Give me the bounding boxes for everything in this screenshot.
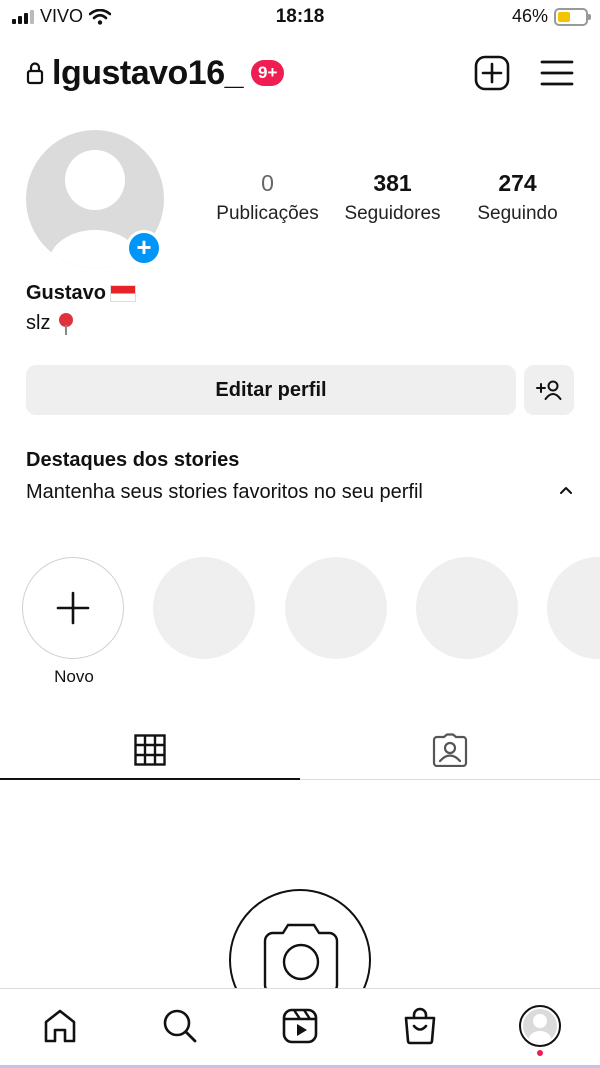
nav-shop[interactable] [390, 996, 450, 1056]
profile-actions: Editar perfil [26, 365, 574, 415]
stat-posts-label: Publicações [216, 203, 319, 224]
stat-followers[interactable]: 381 Seguidores [330, 170, 455, 225]
highlights-row: Novo [22, 557, 600, 697]
status-bar: VIVO 18:18 46% [0, 0, 600, 36]
profile-stats: 0 Publicações 381 Seguidores 274 Seguind… [205, 170, 580, 225]
nav-profile[interactable] [510, 996, 570, 1056]
flag-icon [110, 285, 137, 302]
tab-tagged[interactable] [300, 720, 600, 779]
header-actions [474, 55, 574, 91]
highlight-placeholder [153, 557, 257, 659]
stat-followers-label: Seguidores [344, 203, 441, 224]
highlight-new[interactable]: Novo [22, 557, 126, 687]
profile-name: Gustavo [26, 282, 137, 305]
notification-badge[interactable]: 9+ [251, 60, 285, 86]
chevron-up-icon[interactable] [558, 484, 574, 496]
stat-followers-count: 381 [373, 170, 412, 196]
stat-following[interactable]: 274 Seguindo [455, 170, 580, 225]
pin-icon [58, 312, 74, 335]
nav-search[interactable] [150, 996, 210, 1056]
profile-header: lgustavo16_ 9+ [26, 50, 574, 96]
highlight-placeholder-circle [285, 557, 387, 659]
battery-percent: 46% [511, 6, 548, 26]
search-icon [163, 1009, 197, 1042]
add-story-icon[interactable]: + [126, 230, 162, 266]
bottom-navigation [0, 988, 600, 1068]
new-highlight-button[interactable] [22, 557, 124, 659]
highlights-subtitle: Mantenha seus stories favoritos no seu p… [26, 481, 423, 503]
nav-reels[interactable] [270, 996, 330, 1056]
highlights-title: Destaques dos stories [26, 449, 240, 471]
profile-avatar-container[interactable]: + [26, 130, 164, 268]
battery-icon [554, 7, 591, 26]
username[interactable]: lgustavo16_ [52, 54, 244, 93]
highlight-placeholder-circle [547, 557, 600, 659]
tagged-icon [432, 732, 468, 767]
highlight-placeholder [285, 557, 389, 659]
shop-icon [404, 1007, 436, 1044]
display-name: Gustavo [26, 282, 107, 304]
highlight-placeholder [416, 557, 520, 659]
bio-text: slz [26, 312, 51, 334]
tab-posts-grid[interactable] [0, 720, 300, 780]
profile-avatar-small [519, 1004, 561, 1047]
stat-following-count: 274 [498, 170, 537, 196]
grid-icon [134, 733, 166, 766]
edit-profile-button[interactable]: Editar perfil [26, 365, 516, 415]
new-post-icon[interactable] [474, 55, 510, 91]
status-right: 46% [511, 6, 591, 27]
avatar-placeholder [523, 1008, 557, 1043]
highlight-placeholder [547, 557, 600, 659]
discover-people-button[interactable] [524, 365, 574, 415]
avatar-placeholder-head [65, 150, 125, 210]
menu-icon[interactable] [540, 59, 574, 87]
nav-home[interactable] [30, 996, 90, 1056]
stat-posts-count: 0 [261, 170, 274, 196]
lock-icon [26, 62, 44, 85]
home-icon [44, 1009, 76, 1042]
stat-following-label: Seguindo [477, 203, 558, 224]
battery-level [558, 11, 570, 22]
highlight-placeholder-circle [153, 557, 255, 659]
profile-bio: slz [26, 312, 74, 335]
plus-icon [56, 591, 90, 625]
profile-tabs [0, 720, 600, 780]
add-person-icon [536, 380, 562, 400]
highlight-placeholder-circle [416, 557, 518, 659]
clock: 18:18 [275, 6, 325, 27]
reels-icon [282, 1008, 318, 1043]
highlight-new-label: Novo [54, 667, 94, 686]
stat-posts[interactable]: 0 Publicações [205, 170, 330, 225]
notification-dot [537, 1049, 543, 1056]
